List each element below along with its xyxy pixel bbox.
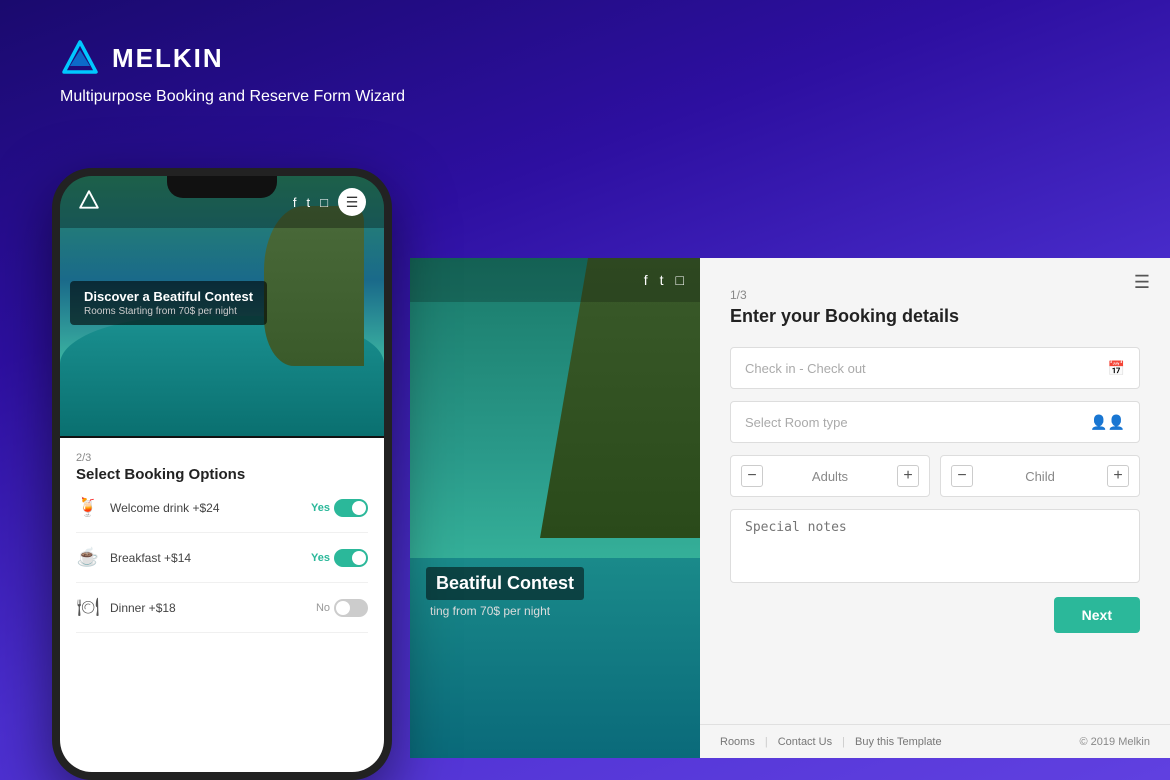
desktop-form-panel: ☰ 1/3 Enter your Booking details Check i… — [700, 258, 1170, 758]
toggle-label-yes: Yes — [311, 502, 330, 514]
option-label: Dinner +$18 — [110, 601, 306, 615]
facebook-icon: f — [644, 272, 648, 288]
desktop-panel: f t □ Beatiful Contest ting from 70$ per… — [410, 258, 1170, 758]
phone-nav-icons: f t □ ☰ — [293, 188, 366, 216]
phone-menu-button[interactable]: ☰ — [338, 188, 366, 216]
child-counter: − Child + — [940, 455, 1140, 497]
phone-step-title: Select Booking Options — [76, 466, 368, 483]
desktop-hero-title: Beatiful Contest — [426, 567, 584, 600]
instagram-icon: □ — [320, 195, 328, 210]
phone-hero-title: Discover a Beatiful Contest — [84, 289, 253, 304]
dinner-icon: 🍽 — [76, 597, 100, 618]
checkin-placeholder: Check in - Check out — [745, 361, 1108, 376]
adults-increase-button[interactable]: + — [897, 465, 919, 487]
toggle-no-dinner[interactable]: No — [316, 599, 368, 617]
counter-row: − Adults + − Child + — [730, 455, 1140, 497]
twitter-icon: t — [660, 272, 664, 288]
child-label: Child — [1025, 469, 1055, 484]
desktop-hero-sub: ting from 70$ per night — [426, 604, 584, 618]
desktop-hero-text: Beatiful Contest ting from 70$ per night — [426, 567, 584, 618]
phone-hero-sub: Rooms Starting from 70$ per night — [84, 306, 253, 317]
form-step: 1/3 — [730, 288, 1140, 302]
checkin-checkout-field[interactable]: Check in - Check out 📅 — [730, 347, 1140, 389]
drink-icon: 🍹 — [76, 497, 100, 518]
special-notes-input[interactable] — [730, 509, 1140, 583]
footer-copyright: © 2019 Melkin — [1080, 736, 1150, 748]
twitter-icon: t — [307, 195, 311, 210]
facebook-icon: f — [293, 195, 297, 210]
desktop-top-bar: f t □ — [410, 258, 700, 302]
adults-counter: − Adults + — [730, 455, 930, 497]
phone-mockup: f t □ ☰ Discover a Beatiful Contest Room… — [52, 168, 392, 768]
phone-notch — [167, 176, 277, 198]
toggle-yes-breakfast[interactable]: Yes — [311, 549, 368, 567]
adults-decrease-button[interactable]: − — [741, 465, 763, 487]
logo-area: MELKIN — [60, 38, 224, 78]
footer-buy-link[interactable]: Buy this Template — [855, 736, 942, 748]
room-type-field[interactable]: Select Room type 👤👤 — [730, 401, 1140, 443]
room-icon: 👤👤 — [1090, 414, 1125, 431]
calendar-icon: 📅 — [1108, 360, 1125, 377]
logo-icon — [60, 38, 100, 78]
form-title: Enter your Booking details — [730, 306, 1140, 327]
next-button[interactable]: Next — [1054, 597, 1140, 633]
toggle-label-yes: Yes — [311, 552, 330, 564]
phone-step: 2/3 — [76, 452, 368, 464]
footer-rooms-link[interactable]: Rooms — [720, 736, 755, 748]
adults-label: Adults — [812, 469, 848, 484]
option-label: Welcome drink +$24 — [110, 501, 301, 515]
desktop-footer: Rooms | Contact Us | Buy this Template ©… — [700, 724, 1170, 758]
footer-links: Rooms | Contact Us | Buy this Template — [720, 736, 942, 748]
footer-contact-link[interactable]: Contact Us — [778, 736, 832, 748]
phone-body: 2/3 Select Booking Options 🍹 Welcome dri… — [60, 438, 384, 772]
menu-icon[interactable]: ☰ — [1134, 272, 1150, 293]
instagram-icon: □ — [676, 272, 684, 288]
toggle-yes-welcome[interactable]: Yes — [311, 499, 368, 517]
tagline: Multipurpose Booking and Reserve Form Wi… — [60, 88, 405, 106]
option-breakfast: ☕ Breakfast +$14 Yes — [76, 547, 368, 583]
option-welcome-drink: 🍹 Welcome drink +$24 Yes — [76, 497, 368, 533]
child-decrease-button[interactable]: − — [951, 465, 973, 487]
brand-name: MELKIN — [112, 43, 224, 74]
phone-hero-text: Discover a Beatiful Contest Rooms Starti… — [70, 281, 267, 325]
desktop-hero: f t □ Beatiful Contest ting from 70$ per… — [410, 258, 700, 758]
phone-logo — [78, 189, 100, 216]
option-dinner: 🍽 Dinner +$18 No — [76, 597, 368, 633]
phone-hero: f t □ ☰ Discover a Beatiful Contest Room… — [60, 176, 384, 436]
breakfast-icon: ☕ — [76, 547, 100, 568]
option-label: Breakfast +$14 — [110, 551, 301, 565]
room-placeholder: Select Room type — [745, 415, 1090, 430]
child-increase-button[interactable]: + — [1107, 465, 1129, 487]
toggle-label-no: No — [316, 602, 330, 614]
